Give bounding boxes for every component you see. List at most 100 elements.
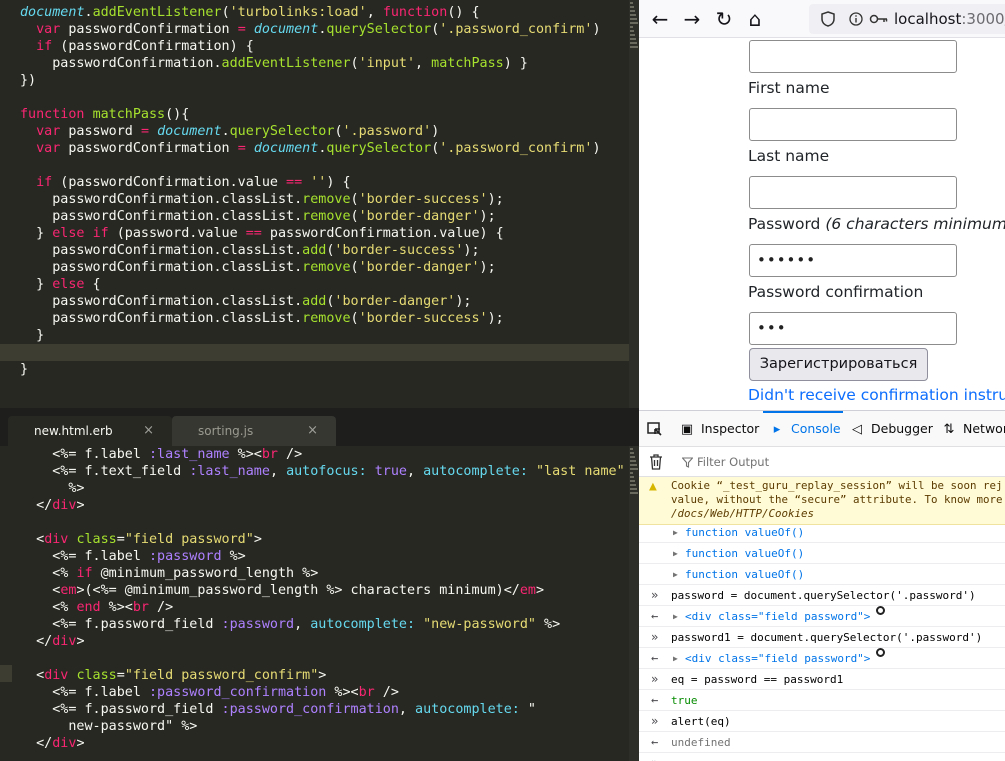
code-line[interactable]: <%= f.password_field :password, autocomp… [20,616,560,633]
console-prompt[interactable]: » [639,753,1005,761]
code-line[interactable]: <em>(<%= @minimum_password_length %> cha… [20,582,544,599]
inspect-node-icon[interactable] [876,606,885,615]
input-chevron-icon: » [651,753,658,761]
console-command: alert(eq) [671,715,731,728]
url-path: :3000/g [961,10,1005,28]
warning-docs-link[interactable]: /docs/Web/HTTP/Cookies [671,507,814,520]
code-line[interactable]: } [20,327,44,344]
url-host: localhost [894,10,962,28]
element-picker-icon[interactable] [647,422,663,437]
console-result-row: ← true [639,690,1005,711]
code-line[interactable]: passwordConfirmation.classList.remove('b… [20,310,504,327]
tab-debugger[interactable]: ◁ Debugger [849,411,933,447]
trash-icon[interactable] [649,454,663,470]
console-row[interactable]: ▶ function valueOf() [639,522,1005,543]
url-text[interactable]: localhost:3000/g [894,10,1005,28]
email-field[interactable] [749,40,957,73]
code-line[interactable]: <%= f.text_field :last_name, autofocus: … [20,463,624,480]
expand-triangle-icon[interactable]: ▶ [673,648,678,669]
code-line[interactable]: <%= f.label :password_confirmation %><br… [20,684,399,701]
code-line[interactable]: </div> [20,497,84,514]
password-confirmation-field[interactable]: ••• [749,312,957,345]
expand-triangle-icon[interactable]: ▶ [673,543,678,564]
code-line[interactable]: passwordConfirmation.classList.remove('b… [20,191,504,208]
code-line[interactable]: } else if (password.value == passwordCon… [20,225,504,242]
code-line[interactable]: passwordConfirmation.classList.add('bord… [20,242,479,259]
reload-icon[interactable]: ↻ [711,6,737,32]
code-line[interactable]: } else { [20,276,101,293]
expand-triangle-icon[interactable]: ▶ [673,522,678,543]
code-line[interactable]: var password = document.querySelector('.… [20,123,439,140]
code-line[interactable]: var passwordConfirmation = document.quer… [20,140,600,157]
code-line[interactable]: new-password" %> [20,718,197,735]
console-node[interactable]: <div class="field password"> [685,648,870,669]
console-row[interactable]: ▶ function valueOf() [639,564,1005,585]
code-line[interactable]: <%= f.password_field :password_confirmat… [20,701,536,718]
password-hint: (6 characters minimum) [825,215,1005,233]
console-object[interactable]: function valueOf() [685,543,804,564]
code-line[interactable]: </div> [20,633,84,650]
shield-icon[interactable] [821,11,835,27]
console-node[interactable]: <div class="field password"> [685,606,870,627]
editor-tab-bar: new.html.erb × sorting.js × [0,408,639,446]
console-input-row: » password1 = document.querySelector('.pa… [639,627,1005,648]
code-line[interactable]: passwordConfirmation.classList.add('bord… [20,293,471,310]
minimap[interactable] [629,0,639,408]
code-line[interactable]: }) [20,72,36,89]
confirmation-instructions-link[interactable]: Didn't receive confirmation instructio [748,386,1005,404]
console-object[interactable]: function valueOf() [685,522,804,543]
close-icon[interactable]: × [307,416,318,446]
back-arrow-icon[interactable]: ← [647,6,673,32]
code-line[interactable]: <% end %><br /> [20,599,173,616]
tab-network[interactable]: ⇅ Networ [941,411,1005,447]
close-icon[interactable]: × [143,416,154,446]
console-object[interactable]: function valueOf() [685,564,804,585]
forward-arrow-icon[interactable]: → [679,6,705,32]
expand-triangle-icon[interactable]: ▶ [673,606,678,627]
minimap[interactable] [629,446,639,761]
filter-output-input[interactable]: Filter Output [697,455,769,469]
editor-pane-sorting-js[interactable]: document.addEventListener('turbolinks:lo… [0,0,639,408]
browser-window: ← → ↻ ⌂ localhost:3000/g First name Last… [639,0,1005,761]
code-line[interactable]: document.addEventListener('turbolinks:lo… [20,4,480,21]
result-arrow-icon: ← [651,735,659,749]
key-icon[interactable] [869,12,889,26]
code-line[interactable]: if (passwordConfirmation) { [20,38,254,55]
url-bar[interactable]: localhost:3000/g [809,4,1005,34]
code-line[interactable]: <div class="field password_confirm"> [20,667,326,684]
last-name-field[interactable] [749,176,957,209]
first-name-field[interactable] [749,108,957,141]
code-line[interactable]: <%= f.label :last_name %><br /> [20,446,302,463]
result-arrow-icon: ← [651,693,659,707]
code-line[interactable]: var passwordConfirmation = document.quer… [20,21,600,38]
register-button[interactable]: Зарегистрироваться [749,348,928,381]
input-chevron-icon: » [651,630,659,644]
editor-pane-new-html-erb[interactable]: <%= f.label :last_name %><br /> <%= f.te… [0,446,639,761]
code-line[interactable]: </div> [20,735,84,752]
expand-triangle-icon[interactable]: ▶ [673,564,678,585]
code-line[interactable]: passwordConfirmation.addEventListener('i… [20,55,528,72]
info-icon[interactable] [849,12,863,26]
code-line[interactable]: <% if @minimum_password_length %> [20,565,318,582]
inspect-node-icon[interactable] [876,648,885,657]
cookie-warning: ▲ Cookie “_test_guru_replay_session” wil… [639,477,1005,525]
tab-new-html-erb[interactable]: new.html.erb × [8,416,172,446]
inspector-icon: ▣ [680,422,694,437]
tab-inspector[interactable]: ▣ Inspector [679,411,759,447]
code-line[interactable]: if (passwordConfirmation.value == '') { [20,174,350,191]
home-icon[interactable]: ⌂ [742,6,768,32]
code-line[interactable]: function matchPass(){ [20,106,189,123]
code-line[interactable]: <div class="field password"> [20,531,262,548]
code-line[interactable]: %> [20,480,84,497]
tab-label: Console [791,421,841,436]
code-line[interactable]: <%= f.label :password %> [20,548,246,565]
password-confirmation-label: Password confirmation [748,283,924,301]
code-line[interactable]: } [20,361,28,378]
code-line[interactable]: passwordConfirmation.classList.remove('b… [20,259,495,276]
code-line[interactable]: passwordConfirmation.classList.remove('b… [20,208,495,225]
console-row[interactable]: ▶ function valueOf() [639,543,1005,564]
console-value: undefined [671,736,731,749]
tab-sorting-js[interactable]: sorting.js × [172,416,336,446]
tab-console[interactable]: ▸ Console [763,411,843,447]
password-field[interactable]: •••••• [749,244,957,277]
